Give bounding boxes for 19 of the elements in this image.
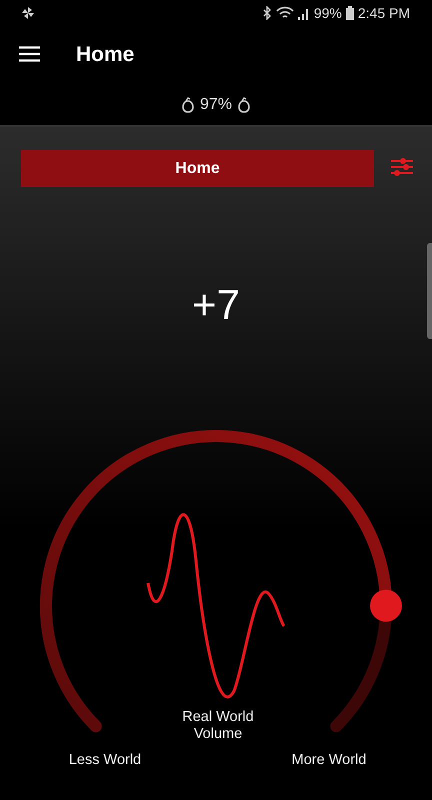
battery-icon: [346, 6, 354, 20]
menu-button[interactable]: [19, 46, 40, 64]
dial-knob[interactable]: [370, 590, 402, 622]
preset-button[interactable]: Home: [21, 150, 374, 187]
left-label: Less World: [68, 752, 142, 769]
clock: 2:45 PM: [358, 5, 410, 21]
right-label: More World: [290, 752, 368, 769]
app-title: Home: [76, 43, 134, 67]
scroll-handle[interactable]: [427, 243, 432, 339]
earbud-icon: [182, 96, 194, 112]
signal-icon: [298, 6, 310, 20]
center-label: Real World Volume: [181, 709, 255, 743]
battery-percent: 99%: [314, 5, 342, 21]
bluetooth-icon: [262, 6, 272, 20]
pinwheel-icon: [20, 5, 36, 21]
earbud-battery: 97%: [200, 96, 232, 114]
wifi-icon: [276, 6, 294, 20]
volume-value: +7: [192, 281, 240, 329]
earbud-icon: [238, 96, 250, 112]
